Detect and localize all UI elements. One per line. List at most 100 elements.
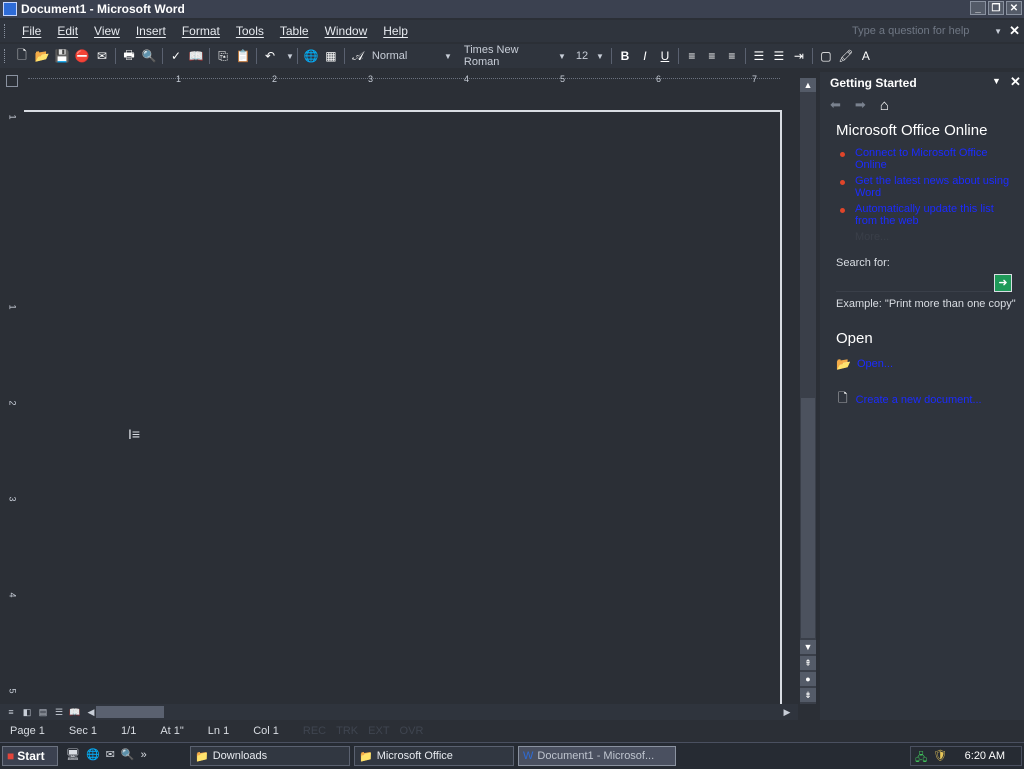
- bullets-icon[interactable]: ☰: [771, 48, 787, 64]
- print-icon[interactable]: 🖶: [121, 48, 137, 64]
- vertical-scroll-thumb[interactable]: [801, 398, 815, 638]
- open-link[interactable]: Open...: [857, 358, 893, 370]
- font-color-icon[interactable]: A: [858, 48, 874, 64]
- link-latest-news[interactable]: Get the latest news about using Word: [855, 175, 1010, 199]
- search-label: Search for:: [836, 257, 890, 269]
- indent-icon[interactable]: ⇥: [791, 48, 807, 64]
- close-document-icon[interactable]: ✕: [1009, 23, 1020, 39]
- scroll-up-icon[interactable]: ▲: [800, 78, 816, 92]
- back-icon[interactable]: ⬅: [830, 97, 841, 113]
- horizontal-scrollbar[interactable]: ≡ ◧ ▤ ☰ 📖 ◀ ▶: [0, 704, 798, 720]
- internet-explorer-icon[interactable]: 🌐: [86, 748, 100, 761]
- chevron-right-icon[interactable]: »: [141, 749, 147, 761]
- vruler-number: 1: [7, 114, 18, 120]
- create-document-link[interactable]: Create a new document...: [856, 394, 982, 406]
- start-button[interactable]: ■ Start: [2, 746, 58, 766]
- clock[interactable]: 6:20 AM: [965, 750, 1005, 762]
- align-right-icon[interactable]: ≡: [724, 48, 740, 64]
- menu-table[interactable]: Table: [272, 24, 317, 38]
- taskbar-item-downloads[interactable]: 📁 Downloads: [190, 746, 350, 766]
- tab-selector[interactable]: [6, 75, 18, 87]
- highlight-icon[interactable]: 🖍: [838, 48, 854, 64]
- hyperlink-icon[interactable]: 🌐: [303, 48, 319, 64]
- table-icon[interactable]: ▦: [323, 48, 339, 64]
- menu-format[interactable]: Format: [174, 24, 228, 38]
- menu-file[interactable]: File: [14, 24, 49, 38]
- link-auto-update[interactable]: Automatically update this list from the …: [855, 203, 1010, 227]
- select-browse-object-icon[interactable]: ●: [800, 672, 816, 686]
- more-link[interactable]: More...: [855, 231, 889, 243]
- desktop-icon[interactable]: 🖥: [66, 748, 80, 761]
- print-preview-icon[interactable]: 🔍: [141, 48, 157, 64]
- chevron-down-icon: ▼: [558, 51, 566, 61]
- search-input[interactable]: [836, 273, 992, 292]
- toolbar-grip[interactable]: [4, 49, 8, 63]
- align-center-icon[interactable]: ≡: [704, 48, 720, 64]
- new-document-icon[interactable]: 🗋: [14, 48, 30, 64]
- search-icon[interactable]: 🔍: [121, 748, 135, 761]
- research-icon[interactable]: 📖: [188, 48, 204, 64]
- scroll-down-icon[interactable]: ▼: [800, 640, 816, 654]
- numbering-icon[interactable]: ☰: [751, 48, 767, 64]
- minimize-button[interactable]: _: [970, 1, 986, 15]
- status-ovr[interactable]: OVR: [400, 725, 424, 737]
- chevron-down-icon[interactable]: ▼: [992, 76, 1001, 86]
- home-icon[interactable]: ⌂: [880, 97, 889, 114]
- menu-grip[interactable]: [4, 24, 8, 38]
- task-pane-title[interactable]: Getting Started: [830, 76, 917, 90]
- email-icon[interactable]: ✉: [94, 48, 110, 64]
- status-rec[interactable]: REC: [303, 725, 326, 737]
- document-page[interactable]: [24, 110, 782, 704]
- menu-insert[interactable]: Insert: [128, 24, 174, 38]
- network-icon[interactable]: 🖧: [915, 749, 927, 768]
- menu-tools[interactable]: Tools: [228, 24, 272, 38]
- word-document-icon[interactable]: [3, 2, 17, 16]
- web-layout-icon[interactable]: ◧: [20, 706, 34, 718]
- align-left-icon[interactable]: ≡: [684, 48, 700, 64]
- forward-icon[interactable]: ➡: [855, 97, 866, 113]
- menu-window[interactable]: Window: [317, 24, 376, 38]
- horizontal-ruler: 1 2 3 4 5 6 7: [0, 72, 818, 92]
- help-search-box[interactable]: Type a question for help ▼: [852, 23, 1002, 39]
- menu-help[interactable]: Help: [375, 24, 416, 38]
- close-icon[interactable]: ✕: [1010, 74, 1021, 90]
- style-dropdown[interactable]: Normal ▼: [368, 48, 456, 64]
- undo-icon[interactable]: ↶: [262, 48, 278, 64]
- paste-icon[interactable]: 📋: [235, 48, 251, 64]
- copy-icon[interactable]: ⎘: [215, 48, 231, 64]
- font-size-dropdown[interactable]: 12 ▼: [572, 48, 608, 64]
- print-layout-icon[interactable]: ▤: [36, 706, 50, 718]
- link-connect-office-online[interactable]: Connect to Microsoft Office Online: [855, 147, 1010, 171]
- next-page-icon[interactable]: ⇟: [800, 688, 816, 702]
- italic-icon[interactable]: I: [637, 48, 653, 64]
- vertical-scrollbar[interactable]: ▲ ▼ ⇞ ● ⇟: [800, 78, 816, 704]
- previous-page-icon[interactable]: ⇞: [800, 656, 816, 670]
- status-trk[interactable]: TRK: [336, 725, 358, 737]
- status-ext[interactable]: EXT: [368, 725, 389, 737]
- reading-layout-icon[interactable]: 📖: [68, 706, 82, 718]
- bold-icon[interactable]: B: [617, 48, 633, 64]
- taskbar-item-microsoft-office[interactable]: 📁 Microsoft Office: [354, 746, 514, 766]
- undo-dropdown-icon[interactable]: ▼: [286, 52, 294, 61]
- search-go-icon[interactable]: ➜: [994, 273, 1012, 292]
- styles-icon[interactable]: 𝒜: [350, 48, 366, 64]
- font-dropdown[interactable]: Times New Roman ▼: [460, 44, 570, 68]
- save-icon[interactable]: 💾: [54, 48, 70, 64]
- borders-icon[interactable]: ▢: [818, 48, 834, 64]
- taskbar-item-document1[interactable]: W Document1 - Microsof...: [518, 746, 676, 766]
- outlook-icon[interactable]: ✉: [106, 748, 115, 761]
- menu-edit[interactable]: Edit: [49, 24, 86, 38]
- scroll-right-icon[interactable]: ▶: [780, 706, 794, 718]
- spelling-icon[interactable]: ✓: [168, 48, 184, 64]
- underline-icon[interactable]: U: [657, 48, 673, 64]
- restore-button[interactable]: ❐: [988, 1, 1004, 15]
- close-button[interactable]: ✕: [1006, 1, 1022, 15]
- open-folder-icon[interactable]: 📂: [34, 48, 50, 64]
- permission-icon[interactable]: ⛔: [74, 48, 90, 64]
- normal-view-icon[interactable]: ≡: [4, 706, 18, 718]
- menu-view[interactable]: View: [86, 24, 128, 38]
- status-line: Ln 1: [207, 725, 230, 737]
- security-icon[interactable]: 🛡: [933, 749, 947, 762]
- horizontal-scroll-thumb[interactable]: [96, 706, 164, 718]
- outline-view-icon[interactable]: ☰: [52, 706, 66, 718]
